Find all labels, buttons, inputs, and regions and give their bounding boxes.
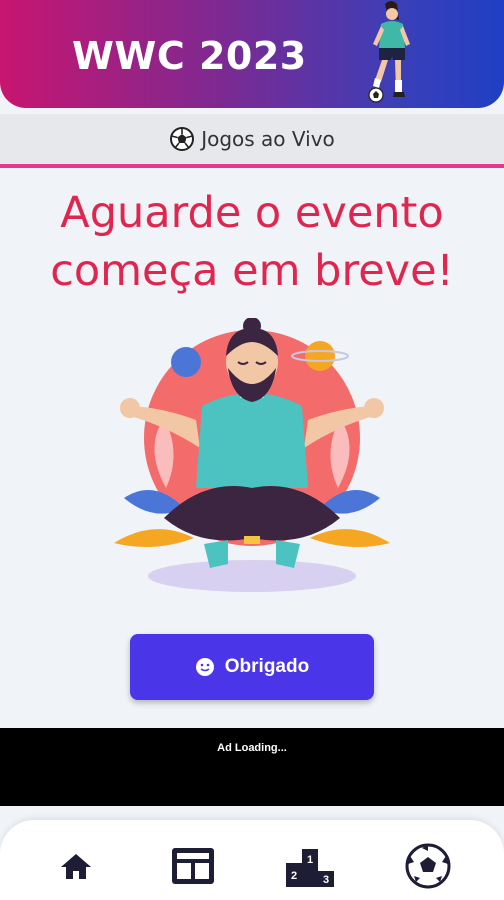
podium-icon: 1 2 3 bbox=[286, 849, 334, 887]
ad-loading-text: Ad Loading... bbox=[217, 742, 287, 754]
nav-home[interactable] bbox=[50, 840, 102, 892]
home-icon bbox=[61, 854, 91, 879]
ad-banner[interactable]: Ad Loading... bbox=[0, 728, 504, 806]
podium-second: 2 bbox=[291, 870, 297, 882]
app-title: WWC 2023 bbox=[72, 34, 307, 78]
headline-line-1: Aguarde o evento bbox=[60, 188, 444, 238]
podium-third: 3 bbox=[323, 874, 329, 886]
nav-matches[interactable] bbox=[402, 840, 454, 892]
thanks-button[interactable]: Obrigado bbox=[130, 634, 374, 700]
soccer-player-icon bbox=[368, 1, 410, 103]
meditating-man-icon bbox=[114, 318, 390, 592]
nav-ranking[interactable]: 1 2 3 bbox=[284, 840, 336, 892]
live-games-label: Jogos ao Vivo bbox=[201, 127, 335, 151]
thanks-button-label: Obrigado bbox=[224, 656, 310, 677]
soccer-ball-icon bbox=[405, 843, 451, 889]
headline-line-2: começa em breve! bbox=[50, 246, 454, 296]
event-waiting-message: Aguarde o evento começa em breve! bbox=[0, 184, 504, 300]
nav-table[interactable] bbox=[167, 840, 219, 892]
bottom-navigation: 1 2 3 bbox=[0, 820, 504, 900]
live-games-tab[interactable]: Jogos ao Vivo bbox=[0, 114, 504, 168]
soccer-ball-icon bbox=[170, 127, 195, 151]
app-header: WWC 2023 bbox=[0, 0, 504, 108]
smile-icon bbox=[195, 658, 214, 676]
podium-first: 1 bbox=[307, 854, 313, 866]
table-grid-icon bbox=[172, 848, 214, 884]
